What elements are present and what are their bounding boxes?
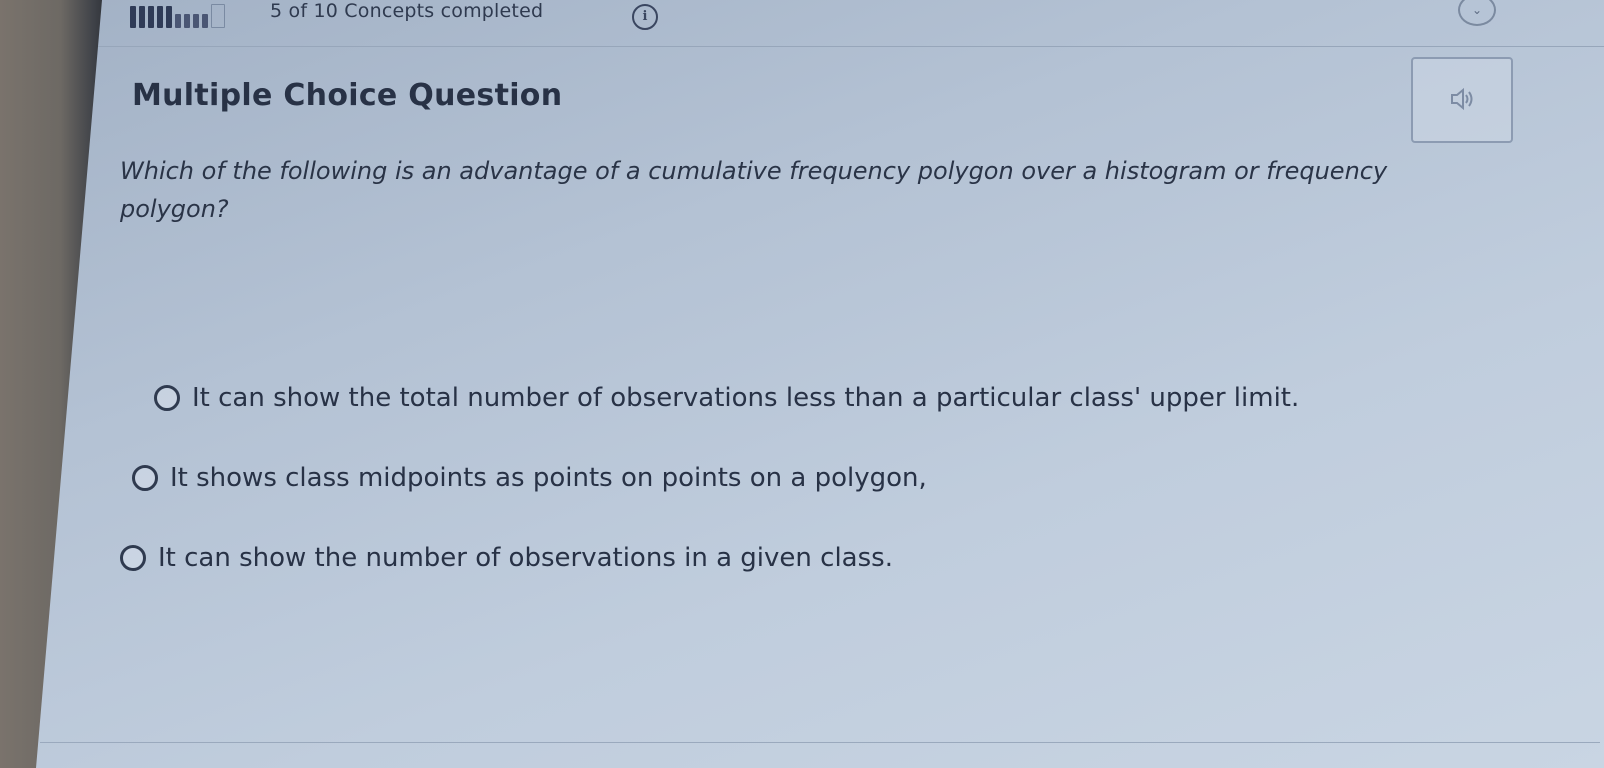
info-icon[interactable]: i [632,4,658,30]
progress-segment [130,6,136,28]
progress-segment [202,14,208,28]
answer-option-label: It can show the total number of observat… [192,383,1300,413]
answer-option-label: It can show the number of observations i… [158,543,893,573]
answer-option-3[interactable]: It can show the number of observations i… [120,543,893,573]
progress-bar [130,4,225,28]
progress-segment [184,14,190,28]
progress-segment [157,6,163,28]
radio-button[interactable] [120,545,146,571]
question-text: Which of the following is an advantage o… [120,157,1388,223]
divider [40,742,1600,743]
answer-option-label: It shows class midpoints as points on po… [170,463,927,493]
progress-segment [193,14,199,28]
answer-option-1[interactable]: It can show the total number of observat… [154,383,1299,413]
progress-segment [139,6,145,28]
progress-segment [166,6,172,28]
progress-text: 5 of 10 Concepts completed [270,0,544,22]
question-type-title: Multiple Choice Question [132,78,563,113]
chevron-down-icon[interactable]: ⌄ [1458,0,1496,26]
progress-header: 5 of 10 Concepts completed i ⌄ [36,0,1604,47]
progress-segment [148,6,154,28]
radio-button[interactable] [132,465,158,491]
progress-segment [175,14,181,28]
app-screen: 5 of 10 Concepts completed i ⌄ Multiple … [36,0,1604,768]
progress-segment [211,4,225,28]
radio-button[interactable] [154,385,180,411]
speaker-icon [1449,87,1475,117]
answer-option-2[interactable]: It shows class midpoints as points on po… [132,463,927,493]
read-aloud-button[interactable] [1411,57,1513,143]
